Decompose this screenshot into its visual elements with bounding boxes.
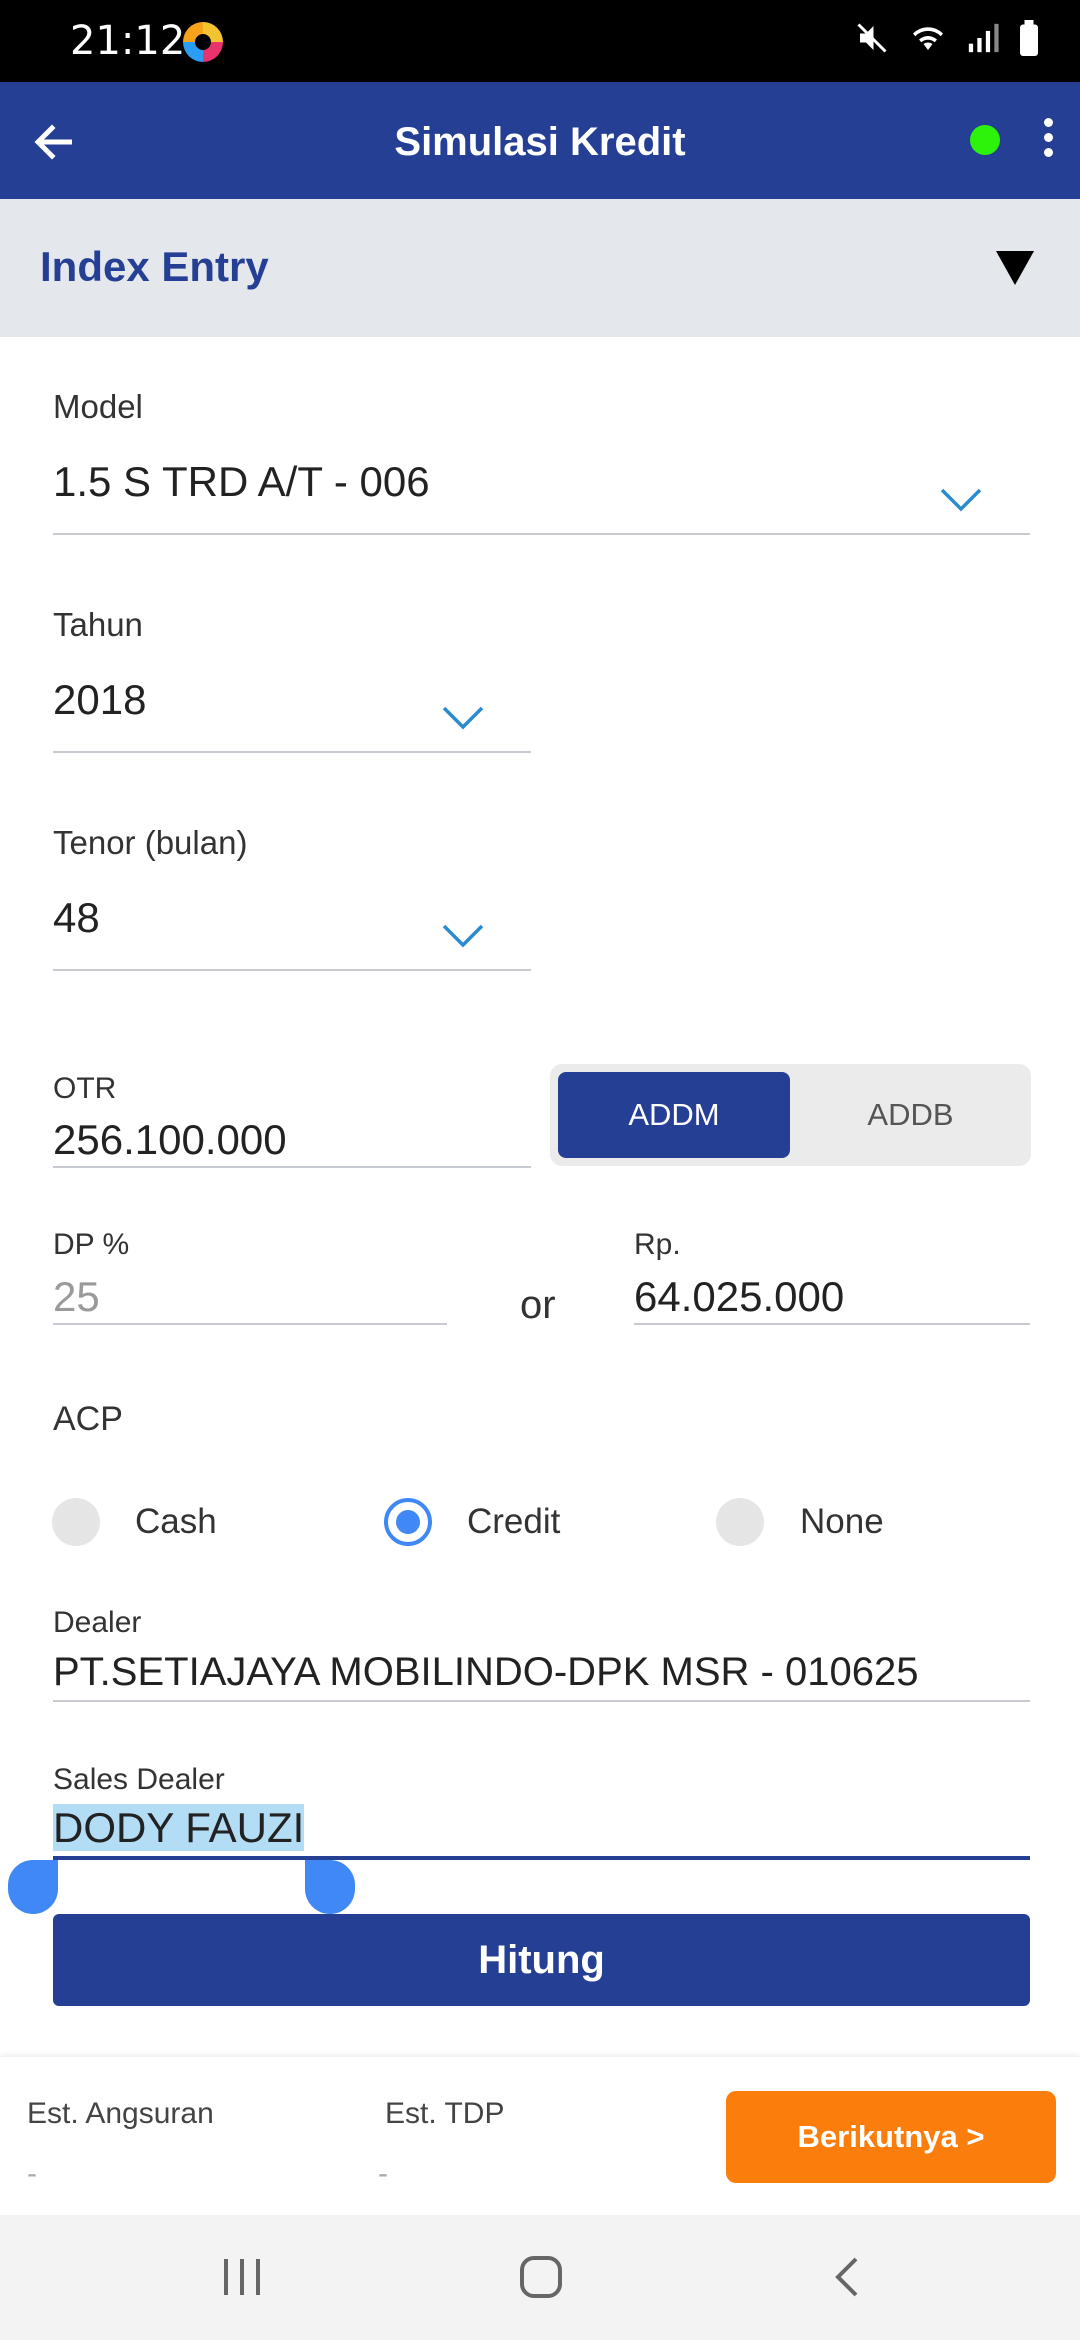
status-time: 21:12 [70,18,186,64]
model-label: Model [53,388,143,425]
tenor-select[interactable]: 48 [53,894,100,942]
dp-rp-input[interactable]: 64.025.000 [634,1273,844,1321]
page-title: Simulasi Kredit [394,120,686,164]
summary-panel: Est. Angsuran - Est. TDP - Berikutnya > [0,2057,1080,2215]
chevron-down-icon[interactable] [441,704,485,732]
sales-dealer-label: Sales Dealer [53,1763,225,1796]
app-bar: Simulasi Kredit [0,82,1080,199]
tahun-select[interactable]: 2018 [53,676,146,724]
battery-icon [1020,20,1038,56]
sales-dealer-underline-active [53,1856,1030,1860]
otr-input[interactable]: 256.100.000 [53,1116,287,1164]
tenor-label: Tenor (bulan) [53,824,248,861]
model-select[interactable]: 1.5 S TRD A/T - 006 [53,458,430,506]
acp-label: ACP [53,1400,123,1438]
radio-cash-label[interactable]: Cash [135,1502,217,1542]
otr-underline [53,1166,531,1168]
status-icons [854,20,1040,56]
otr-label: OTR [53,1072,117,1105]
or-text: or [520,1283,556,1327]
radio-none-label[interactable]: None [800,1502,884,1542]
hitung-button[interactable]: Hitung [53,1914,1030,2006]
online-status-dot [970,125,1000,155]
dp-percent-label: DP % [53,1228,130,1261]
dealer-underline [53,1700,1030,1702]
app-notification-icon [183,22,223,62]
wifi-icon [913,27,943,50]
model-underline [53,533,1030,535]
selection-handle-left[interactable] [8,1860,58,1914]
tenor-underline [53,969,531,971]
addm-option[interactable]: ADDM [558,1072,790,1158]
selection-handle-right[interactable] [305,1860,355,1914]
more-options-icon[interactable] [1038,118,1058,168]
dp-percent-underline [53,1323,447,1325]
addb-option[interactable]: ADDB [798,1072,1023,1158]
sales-dealer-input[interactable]: DODY FAUZI [53,1800,305,1856]
dp-percent-input[interactable]: 25 [53,1273,100,1321]
back-nav-icon[interactable] [826,2255,870,2299]
dp-rp-underline [634,1323,1030,1325]
chevron-down-icon[interactable] [939,486,983,514]
dp-rp-label: Rp. [634,1228,681,1261]
dealer-input[interactable]: PT.SETIAJAYA MOBILINDO-DPK MSR - 010625 [53,1650,918,1695]
est-tdp-value: - [378,2157,388,2190]
recent-apps-icon[interactable] [220,2255,264,2299]
index-entry-header[interactable]: Index Entry [0,199,1080,337]
addm-addb-toggle: ADDM ADDB [550,1064,1031,1166]
tahun-underline [53,751,531,753]
berikutnya-button[interactable]: Berikutnya > [726,2091,1056,2183]
radio-credit[interactable] [384,1498,432,1546]
radio-cash[interactable] [52,1498,100,1546]
section-title: Index Entry [40,243,269,290]
radio-credit-label[interactable]: Credit [467,1502,560,1542]
system-nav-bar [0,2215,1080,2340]
status-bar: 21:12 [0,0,1080,82]
selected-text: DODY FAUZI [53,1804,305,1851]
mute-icon [857,23,887,53]
chevron-down-icon[interactable] [441,922,485,950]
signal-icon [968,23,999,53]
tahun-label: Tahun [53,606,143,643]
radio-none[interactable] [716,1498,764,1546]
dealer-label: Dealer [53,1606,142,1639]
home-icon[interactable] [519,2255,563,2299]
collapse-triangle-icon[interactable] [996,251,1034,285]
est-angsuran-value: - [27,2157,37,2190]
est-angsuran-label: Est. Angsuran [27,2097,214,2130]
est-tdp-label: Est. TDP [385,2097,505,2130]
